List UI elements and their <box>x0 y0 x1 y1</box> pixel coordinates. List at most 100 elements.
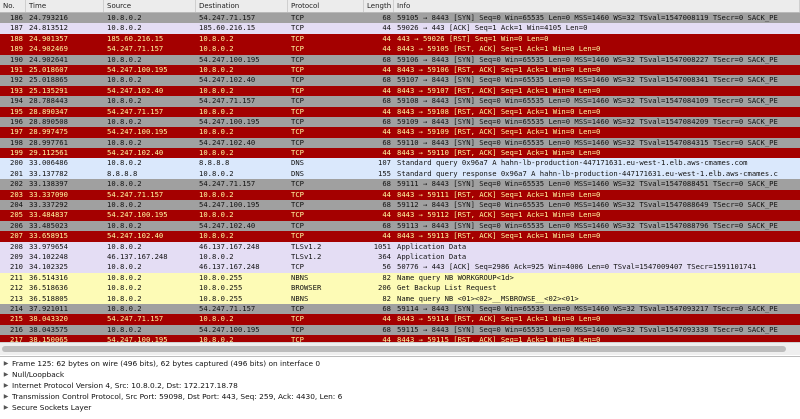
cell-info: 8443 → 59109 [RST, ACK] Seq=1 Ack=1 Win=… <box>397 127 601 137</box>
cell-time: 33.337090 <box>29 189 68 199</box>
column-header-no[interactable]: No. <box>0 0 26 12</box>
packet-row[interactable]: 204 33.337292 10.8.0.2 54.247.100.195 TCP 68 5… <box>0 200 800 211</box>
cell-time: 24.902641 <box>29 54 68 64</box>
column-header-destination[interactable]: Destination <box>196 0 288 12</box>
cell-protocol: TCP <box>291 335 304 342</box>
cell-info: 59109 → 8443 [SYN] Seq=0 Win=65535 Len=0… <box>397 116 778 126</box>
detail-tree-item[interactable]: ▶ Internet Protocol Version 4, Src: 10.8.… <box>0 380 800 391</box>
cell-source: 54.247.100.195 <box>107 335 168 342</box>
packet-row[interactable]: 201 33.137782 8.8.8.8 10.8.0.2 DNS 155 Standar… <box>0 168 800 180</box>
cell-length: 107 <box>378 158 391 168</box>
disclosure-triangle-right-icon[interactable]: ▶ <box>0 358 12 369</box>
cell-time: 33.484837 <box>29 210 68 220</box>
packet-row[interactable]: 192 25.018865 10.8.0.2 54.247.102.40 TCP 68 59… <box>0 75 800 86</box>
cell-no: 202 <box>10 179 23 189</box>
cell-destination: 54.247.100.195 <box>199 54 260 64</box>
column-header-time[interactable]: Time <box>26 0 104 12</box>
cell-destination: 54.247.102.40 <box>199 137 256 147</box>
cell-info: 59111 → 8443 [SYN] Seq=0 Win=65535 Len=0… <box>397 179 778 189</box>
detail-tree-item[interactable]: ▶ Null/Loopback <box>0 369 800 380</box>
cell-info: 59107 → 8443 [SYN] Seq=0 Win=65535 Len=0… <box>397 75 778 85</box>
cell-length: 68 <box>382 179 391 189</box>
disclosure-triangle-right-icon[interactable]: ▶ <box>0 380 12 391</box>
packet-row[interactable]: 214 37.921011 10.8.0.2 54.247.71.157 TCP 68 59… <box>0 303 800 315</box>
cell-destination: 10.8.0.255 <box>199 272 243 282</box>
cell-source: 10.8.0.2 <box>107 324 142 334</box>
cell-source: 10.8.0.2 <box>107 241 142 251</box>
packet-row[interactable]: 202 33.138397 10.8.0.2 54.247.71.157 TCP 68 59… <box>0 179 800 190</box>
column-header-source[interactable]: Source <box>104 0 196 12</box>
horizontal-scrollbar[interactable] <box>0 342 800 355</box>
cell-destination: 54.247.102.40 <box>199 220 256 230</box>
cell-no: 205 <box>10 210 23 220</box>
packet-row[interactable]: 193 25.135291 54.247.102.40 10.8.0.2 TCP 44 84… <box>0 85 800 97</box>
packet-row[interactable]: 211 36.514316 10.8.0.2 10.8.0.255 NBNS 82 Name… <box>0 272 800 284</box>
cell-no: 188 <box>10 33 23 43</box>
cell-no: 201 <box>10 168 23 178</box>
cell-no: 206 <box>10 220 23 230</box>
packet-row[interactable]: 190 24.902641 10.8.0.2 54.247.100.195 TCP 68 5… <box>0 54 800 65</box>
cell-destination: 10.8.0.255 <box>199 283 243 293</box>
cell-time: 28.890508 <box>29 116 68 126</box>
detail-tree-item[interactable]: ▶ Frame 125: 62 bytes on wire (496 bits),… <box>0 358 800 369</box>
packet-row[interactable]: 189 24.902469 54.247.71.157 10.8.0.2 TCP 44 84… <box>0 44 800 55</box>
cell-destination: 54.247.100.195 <box>199 200 260 210</box>
cell-destination: 10.8.0.2 <box>199 251 234 261</box>
cell-length: 206 <box>378 283 391 293</box>
detail-tree-item[interactable]: ▶ Transmission Control Protocol, Src Port… <box>0 391 800 402</box>
cell-no: 203 <box>10 189 23 199</box>
cell-info: 8443 → 59110 [RST, ACK] Seq=1 Ack=1 Win=… <box>397 148 601 158</box>
cell-length: 364 <box>378 251 391 261</box>
packet-row[interactable]: 195 28.890347 54.247.71.157 10.8.0.2 TCP 44 84… <box>0 106 800 117</box>
cell-time: 24.901357 <box>29 33 68 43</box>
cell-protocol: TCP <box>291 303 304 313</box>
column-header-protocol[interactable]: Protocol <box>288 0 364 12</box>
packet-row[interactable]: 199 29.112561 54.247.102.40 10.8.0.2 TCP 44 84… <box>0 148 800 159</box>
packet-row[interactable]: 207 33.658915 54.247.102.40 10.8.0.2 TCP 44 84… <box>0 231 800 242</box>
packet-row[interactable]: 215 38.043320 54.247.71.157 10.8.0.2 TCP 44 84… <box>0 314 800 325</box>
packet-row[interactable]: 210 34.102325 10.8.0.2 46.137.167.248 TCP 56 5… <box>0 262 800 273</box>
packet-row[interactable]: 216 38.043575 10.8.0.2 54.247.100.195 TCP 68 5… <box>0 324 800 336</box>
disclosure-triangle-right-icon[interactable]: ▶ <box>0 369 12 380</box>
packet-row[interactable]: 187 24.813512 10.8.0.2 185.60.216.15 TCP 44 59… <box>0 23 800 34</box>
cell-destination: 10.8.0.255 <box>199 293 243 303</box>
packet-row[interactable]: 205 33.484837 54.247.100.195 10.8.0.2 TCP 44 8… <box>0 210 800 221</box>
packet-row[interactable]: 188 24.901357 185.60.216.15 10.8.0.2 TCP 44 44… <box>0 33 800 45</box>
packet-row[interactable]: 186 24.793216 10.8.0.2 54.247.71.157 TCP 68 59… <box>0 13 800 24</box>
cell-length: 1051 <box>373 241 391 251</box>
cell-time: 38.043320 <box>29 314 68 324</box>
packet-row[interactable]: 200 33.006486 10.8.0.2 8.8.8.8 DNS 107 Standar… <box>0 158 800 169</box>
packet-row[interactable]: 209 34.102248 46.137.167.248 10.8.0.2 TLSv1.… <box>0 251 800 263</box>
cell-info: 8443 → 59111 [RST, ACK] Seq=1 Ack=1 Win=… <box>397 189 601 199</box>
packet-row[interactable]: 197 28.997475 54.247.100.195 10.8.0.2 TCP 44 8… <box>0 127 800 138</box>
packet-row[interactable]: 203 33.337090 54.247.71.157 10.8.0.2 TCP 44 84… <box>0 189 800 201</box>
detail-tree-label: Transmission Control Protocol, Src Port:… <box>12 392 343 401</box>
column-header-length[interactable]: Length <box>364 0 394 12</box>
cell-source: 54.247.100.195 <box>107 64 168 74</box>
packet-row[interactable]: 213 36.518805 10.8.0.2 10.8.0.255 NBNS 82 Name… <box>0 293 800 304</box>
packet-row[interactable]: 206 33.485023 10.8.0.2 54.247.102.40 TCP 68 59… <box>0 220 800 232</box>
cell-destination: 54.247.102.40 <box>199 75 256 85</box>
packet-row[interactable]: 194 28.788443 10.8.0.2 54.247.71.157 TCP 68 59… <box>0 96 800 107</box>
cell-no: 193 <box>10 85 23 95</box>
detail-tree-item[interactable]: ▶ Secure Sockets Layer <box>0 402 800 413</box>
cell-length: 44 <box>382 148 391 158</box>
packet-row[interactable]: 217 38.150065 54.247.100.195 10.8.0.2 TCP 44 8… <box>0 335 800 342</box>
disclosure-triangle-right-icon[interactable]: ▶ <box>0 391 12 402</box>
cell-protocol: TCP <box>291 23 304 33</box>
cell-time: 33.658915 <box>29 231 68 241</box>
scrollbar-thumb[interactable] <box>2 346 786 352</box>
cell-time: 38.150065 <box>29 335 68 342</box>
disclosure-triangle-right-icon[interactable]: ▶ <box>0 402 12 413</box>
column-header-info[interactable]: Info <box>394 0 800 12</box>
cell-info: 59026 → 443 [ACK] Seq=1 Ack=1 Win=4105 L… <box>397 23 588 33</box>
cell-source: 185.60.216.15 <box>107 33 164 43</box>
packet-row[interactable]: 196 28.890508 10.8.0.2 54.247.100.195 TCP 68 5… <box>0 116 800 128</box>
cell-destination: 10.8.0.2 <box>199 44 234 54</box>
packet-row[interactable]: 191 25.018607 54.247.100.195 10.8.0.2 TCP 44 8… <box>0 64 800 76</box>
packet-row[interactable]: 198 28.997761 10.8.0.2 54.247.102.40 TCP 68 59… <box>0 137 800 149</box>
cell-source: 10.8.0.2 <box>107 158 142 168</box>
packet-row[interactable]: 208 33.979654 10.8.0.2 46.137.167.248 TLSv1.… <box>0 241 800 252</box>
cell-time: 33.979654 <box>29 241 68 251</box>
packet-row[interactable]: 212 36.518636 10.8.0.2 10.8.0.255 BROWSER 206… <box>0 283 800 294</box>
